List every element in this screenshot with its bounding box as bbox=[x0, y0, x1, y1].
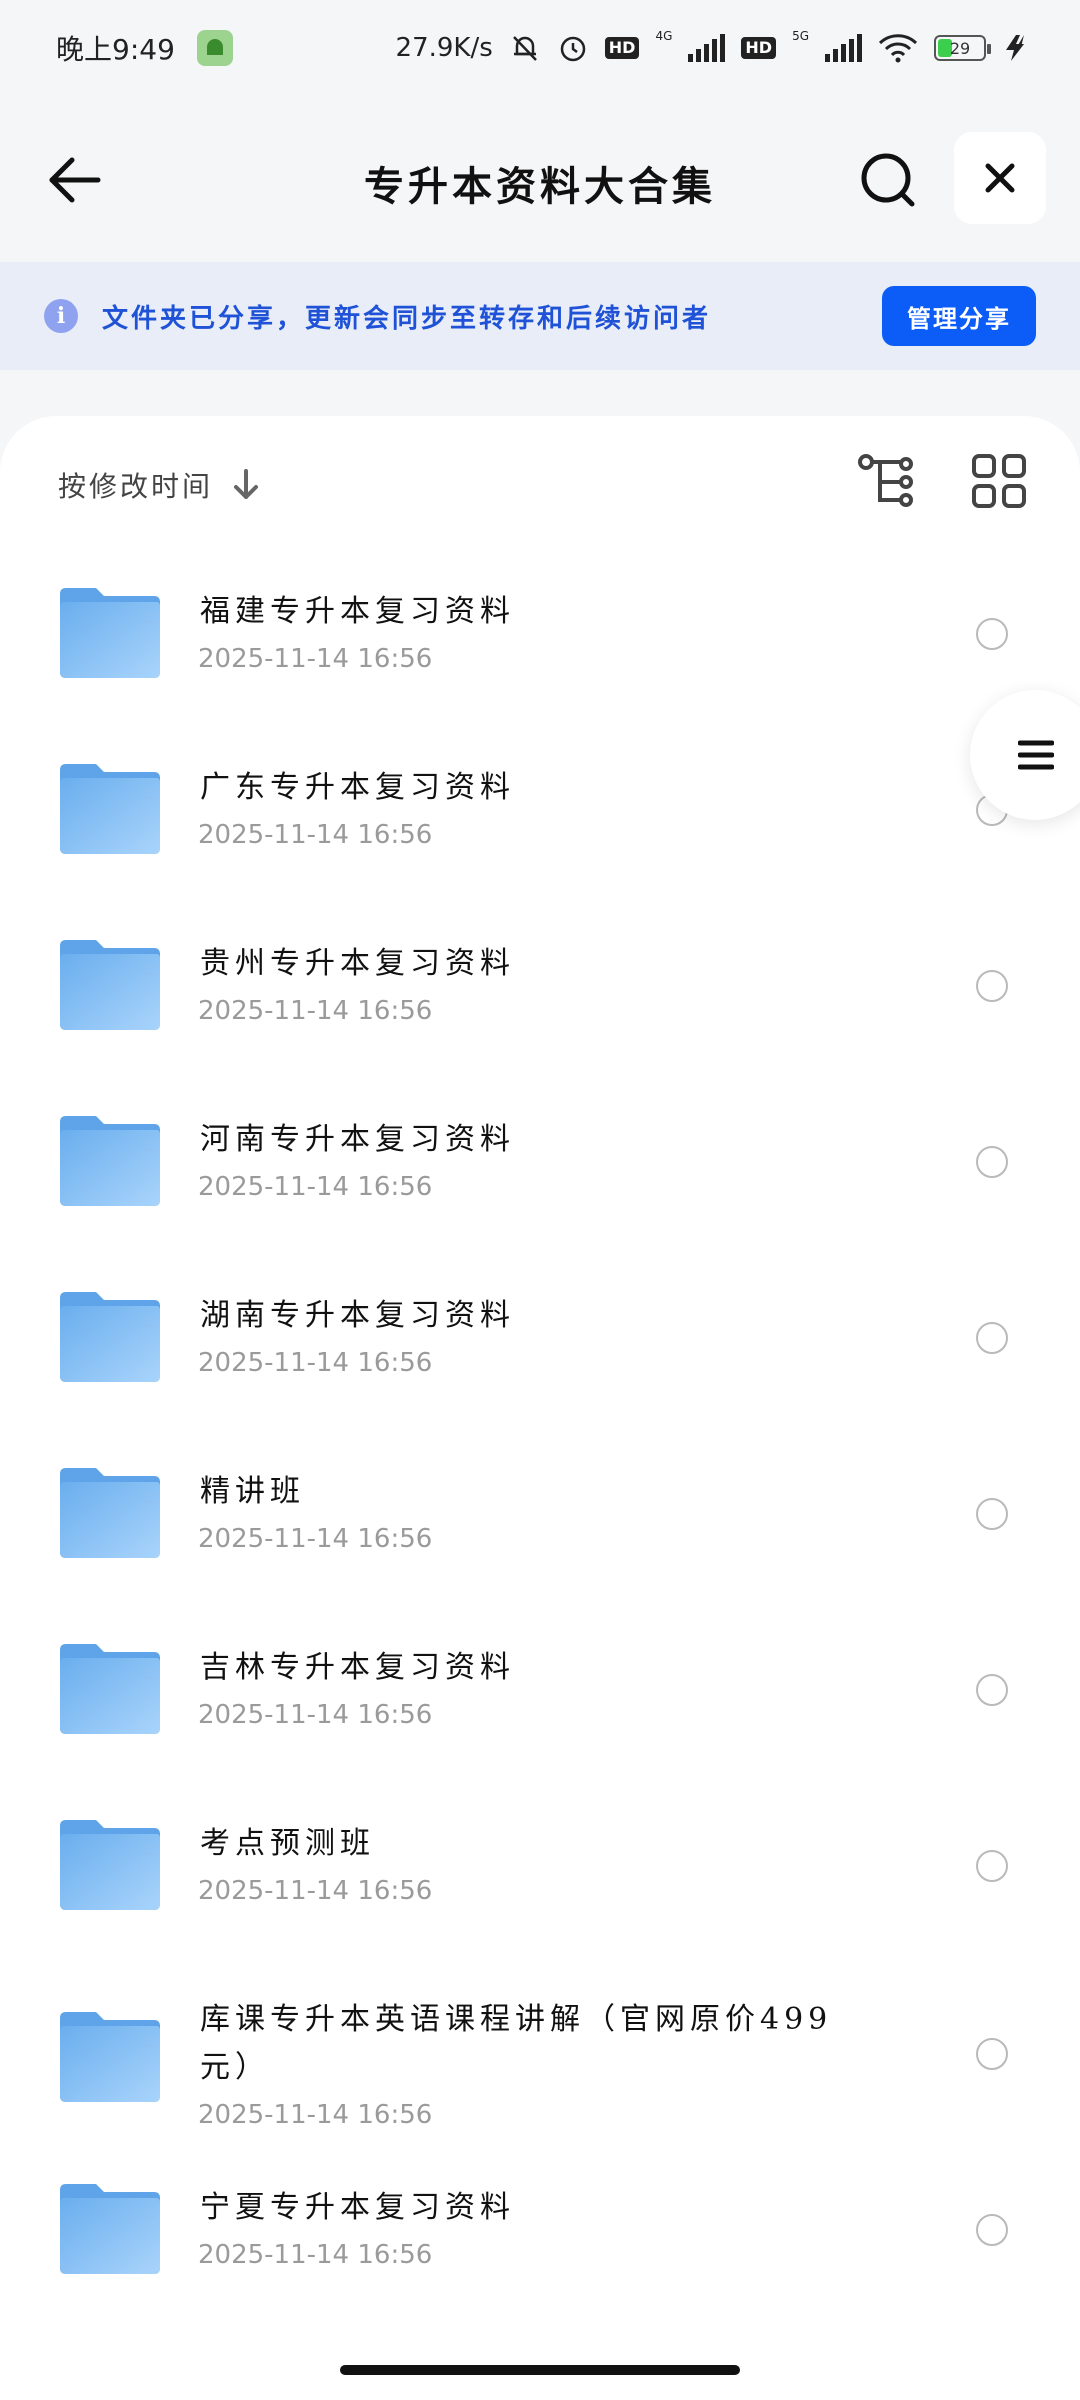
folder-modified-date: 2025-11-14 16:56 bbox=[198, 2100, 433, 2130]
folder-item[interactable]: 河南专升本复习资料 2025-11-14 16:56 bbox=[0, 1074, 1080, 1250]
close-icon bbox=[985, 163, 1015, 193]
folder-modified-date: 2025-11-14 16:56 bbox=[198, 1348, 433, 1378]
grid-icon bbox=[972, 454, 1026, 508]
grid-view-button[interactable] bbox=[970, 452, 1028, 510]
network-gen-1: 4G bbox=[655, 29, 673, 43]
select-checkbox[interactable] bbox=[976, 618, 1008, 650]
folder-name: 湖南专升本复习资料 bbox=[200, 1298, 515, 1333]
folder-icon bbox=[60, 2184, 160, 2274]
folder-icon bbox=[60, 588, 160, 678]
wifi-icon bbox=[878, 34, 918, 63]
hd-badge-2: HD bbox=[741, 37, 777, 59]
folder-modified-date: 2025-11-14 16:56 bbox=[198, 996, 433, 1026]
folder-modified-date: 2025-11-14 16:56 bbox=[198, 1700, 433, 1730]
signal-icon-2 bbox=[825, 34, 862, 62]
sort-selector[interactable]: 按修改时间 bbox=[58, 460, 261, 510]
select-checkbox[interactable] bbox=[976, 1498, 1008, 1530]
folder-modified-date: 2025-11-14 16:56 bbox=[198, 820, 433, 850]
select-checkbox[interactable] bbox=[976, 2214, 1008, 2246]
folder-item[interactable]: 库课专升本英语课程讲解（官网原价499元） 2025-11-14 16:56 bbox=[0, 1954, 1080, 2154]
select-checkbox[interactable] bbox=[976, 970, 1008, 1002]
folder-name: 精讲班 bbox=[200, 1474, 305, 1509]
folder-modified-date: 2025-11-14 16:56 bbox=[198, 1524, 433, 1554]
home-indicator[interactable] bbox=[340, 2365, 740, 2375]
folder-name: 福建专升本复习资料 bbox=[200, 594, 515, 629]
folder-modified-date: 2025-11-14 16:56 bbox=[198, 1172, 433, 1202]
signal-icon-1 bbox=[688, 34, 726, 62]
folder-item[interactable]: 宁夏专升本复习资料 2025-11-14 16:56 bbox=[0, 2142, 1080, 2318]
folder-modified-date: 2025-11-14 16:56 bbox=[198, 2240, 433, 2270]
tree-structure-icon bbox=[858, 454, 913, 507]
folder-item[interactable]: 贵州专升本复习资料 2025-11-14 16:56 bbox=[0, 898, 1080, 1074]
status-left: 晚上9:49 bbox=[56, 28, 233, 68]
folder-icon bbox=[60, 1820, 160, 1910]
status-right: 27.9K/s HD 4G HD 5G 29 bbox=[395, 29, 1032, 64]
status-bar: 晚上9:49 27.9K/s HD 4G HD 5G 29 bbox=[0, 0, 1080, 96]
info-icon: i bbox=[44, 299, 78, 333]
folder-icon bbox=[60, 1116, 160, 1206]
tree-view-button[interactable] bbox=[856, 452, 916, 512]
folder-name: 库课专升本英语课程讲解（官网原价499元） bbox=[200, 2002, 833, 2085]
folder-icon bbox=[60, 1468, 160, 1558]
folder-name: 宁夏专升本复习资料 bbox=[200, 2190, 515, 2225]
battery-icon: 29 bbox=[934, 35, 991, 61]
select-checkbox[interactable] bbox=[976, 1850, 1008, 1882]
folder-name: 广东专升本复习资料 bbox=[200, 770, 515, 805]
select-checkbox[interactable] bbox=[976, 1674, 1008, 1706]
folder-modified-date: 2025-11-14 16:56 bbox=[198, 644, 433, 674]
folder-item[interactable]: 湖南专升本复习资料 2025-11-14 16:56 bbox=[0, 1250, 1080, 1426]
folder-icon bbox=[60, 1292, 160, 1382]
folder-item[interactable]: 福建专升本复习资料 2025-11-14 16:56 bbox=[0, 546, 1080, 722]
search-button[interactable] bbox=[856, 148, 920, 212]
android-icon bbox=[196, 30, 233, 66]
folder-item[interactable]: 精讲班 2025-11-14 16:56 bbox=[0, 1426, 1080, 1602]
header: 专升本资料大合集 bbox=[0, 96, 1080, 260]
share-notice-text: 文件夹已分享，更新会同步至转存和后续访问者 bbox=[102, 303, 712, 334]
hd-badge-1: HD bbox=[604, 37, 640, 59]
charging-icon bbox=[1006, 35, 1024, 61]
arrow-down-icon bbox=[234, 469, 259, 499]
alarm-icon bbox=[560, 36, 586, 62]
search-icon bbox=[861, 153, 915, 207]
network-gen-2: 5G bbox=[792, 29, 809, 43]
folder-icon bbox=[60, 940, 160, 1030]
share-banner: i 文件夹已分享，更新会同步至转存和后续访问者 管理分享 bbox=[0, 262, 1080, 370]
status-time: 晚上9:49 bbox=[56, 33, 175, 66]
folder-item[interactable]: 考点预测班 2025-11-14 16:56 bbox=[0, 1778, 1080, 1954]
folder-modified-date: 2025-11-14 16:56 bbox=[198, 1876, 433, 1906]
select-checkbox[interactable] bbox=[976, 1146, 1008, 1178]
select-checkbox[interactable] bbox=[976, 2038, 1008, 2070]
mute-bell-icon bbox=[512, 36, 537, 61]
net-speed: 27.9K/s bbox=[395, 33, 493, 63]
sort-label: 按修改时间 bbox=[58, 470, 214, 503]
folder-icon bbox=[60, 1644, 160, 1734]
folder-item[interactable]: 吉林专升本复习资料 2025-11-14 16:56 bbox=[0, 1602, 1080, 1778]
folder-name: 河南专升本复习资料 bbox=[200, 1122, 515, 1157]
folder-icon bbox=[60, 764, 160, 854]
folder-name: 考点预测班 bbox=[200, 1826, 375, 1861]
folder-name: 吉林专升本复习资料 bbox=[200, 1650, 515, 1685]
manage-share-button[interactable]: 管理分享 bbox=[882, 286, 1036, 346]
select-checkbox[interactable] bbox=[976, 1322, 1008, 1354]
folder-name: 贵州专升本复习资料 bbox=[200, 946, 515, 981]
menu-icon bbox=[1018, 740, 1054, 770]
file-list-card: 按修改时间 福建专升本复习资料 2025-11-14 16:56 广东专升本复习资料… bbox=[0, 416, 1080, 2400]
folder-item[interactable]: 广东专升本复习资料 2025-11-14 16:56 bbox=[0, 722, 1080, 898]
battery-level: 29 bbox=[949, 38, 971, 58]
folder-icon bbox=[60, 2012, 160, 2102]
close-button[interactable] bbox=[954, 132, 1046, 224]
